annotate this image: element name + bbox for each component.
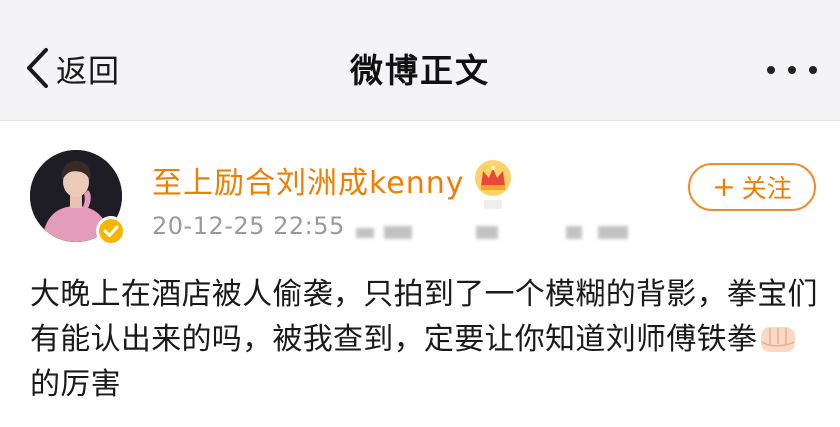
- avatar[interactable]: [30, 150, 126, 246]
- timestamp: 20-12-25 22:55: [152, 212, 345, 240]
- follow-button[interactable]: + 关注: [688, 163, 816, 211]
- username[interactable]: 至上励合刘洲成kenny: [152, 158, 465, 202]
- plus-icon: +: [712, 170, 736, 203]
- header-divider: [0, 120, 840, 121]
- crown-icon: [475, 160, 511, 209]
- nav-header: 返回 微博正文: [0, 0, 840, 120]
- follow-label: 关注: [741, 174, 792, 203]
- page-title: 微博正文: [350, 51, 490, 90]
- redacted-info: [384, 226, 412, 239]
- more-dots-icon: [767, 66, 817, 74]
- verified-badge-icon: [96, 216, 126, 246]
- more-button[interactable]: [762, 58, 822, 82]
- post-text-part2: 的厉害: [30, 367, 121, 402]
- post-text-part1: 大晚上在酒店被人偷袭，只拍到了一个模糊的背影，拳宝们有能认出来的吗，被我查到，定…: [30, 277, 818, 357]
- redacted-info: [566, 226, 582, 239]
- post-meta: 20-12-25 22:55: [152, 212, 345, 240]
- redacted-info: [356, 228, 374, 238]
- fist-emoji-icon: [761, 327, 796, 352]
- post-text: 大晚上在酒店被人偷袭，只拍到了一个模糊的背影，拳宝们有能认出来的吗，被我查到，定…: [30, 272, 820, 407]
- redacted-info: [598, 226, 628, 239]
- redacted-info: [476, 226, 498, 239]
